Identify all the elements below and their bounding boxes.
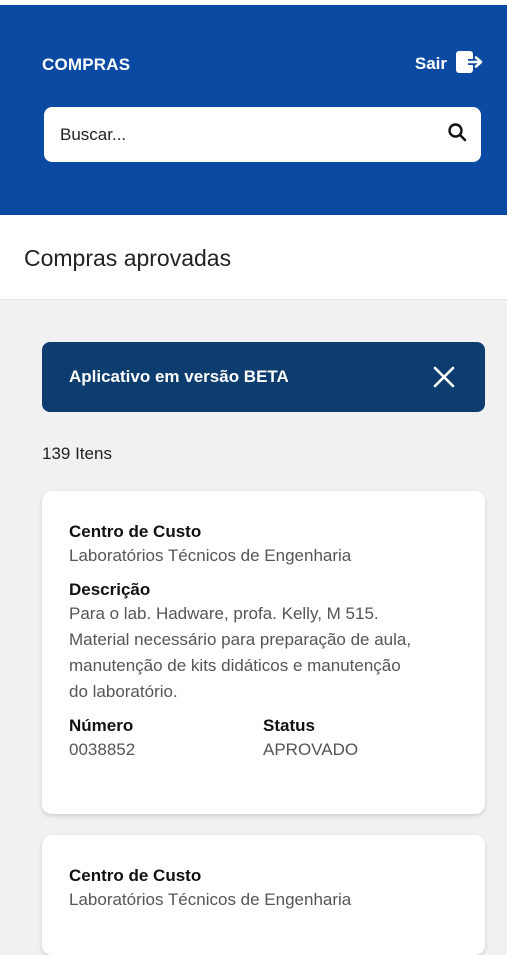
app-title: COMPRAS	[42, 55, 131, 74]
beta-banner: Aplicativo em versão BETA	[42, 342, 485, 412]
cost-center-value: Laboratórios Técnicos de Engenharia	[69, 890, 352, 909]
description-line: Para o lab. Hadware, profa. Kelly, M 515…	[69, 604, 379, 623]
search-input[interactable]	[60, 124, 447, 145]
cost-center-value: Laboratórios Técnicos de Engenharia	[69, 546, 352, 565]
description-label: Descrição	[69, 580, 151, 599]
status-value: APROVADO	[263, 740, 359, 759]
purchase-card[interactable]: Centro de Custo Laboratórios Técnicos de…	[42, 835, 485, 955]
item-count: 139 Itens	[42, 444, 112, 463]
cost-center-field: Centro de Custo Laboratórios Técnicos de…	[69, 521, 458, 569]
beta-banner-text: Aplicativo em versão BETA	[69, 367, 289, 386]
cost-center-field: Centro de Custo Laboratórios Técnicos de…	[69, 865, 458, 913]
number-field: Número 0038852	[69, 715, 263, 763]
description-line: Material necessário para preparação de a…	[69, 630, 412, 649]
cost-center-label: Centro de Custo	[69, 522, 202, 541]
number-status-row: Número 0038852 Status APROVADO	[69, 715, 458, 763]
search-icon[interactable]	[447, 122, 467, 147]
description-line: manutenção de kits didáticos e manutençã…	[69, 656, 401, 675]
page-title-bar: Compras aprovadas	[0, 215, 507, 300]
number-value: 0038852	[69, 740, 136, 759]
logout-button[interactable]: Sair	[415, 50, 485, 78]
cost-center-label: Centro de Custo	[69, 866, 202, 885]
purchase-card[interactable]: Centro de Custo Laboratórios Técnicos de…	[42, 491, 485, 814]
app-header: COMPRAS Sair	[0, 5, 507, 215]
number-label: Número	[69, 716, 134, 735]
status-label: Status	[263, 716, 315, 735]
close-icon[interactable]	[433, 366, 455, 388]
logout-icon	[455, 50, 485, 79]
page-title: Compras aprovadas	[24, 245, 232, 271]
search-box	[44, 107, 481, 162]
logout-label: Sair	[414, 54, 447, 73]
description-line: do laboratório.	[69, 682, 178, 701]
description-field: Descrição Para o lab. Hadware, profa. Ke…	[69, 579, 458, 705]
status-field: Status APROVADO	[263, 715, 457, 763]
